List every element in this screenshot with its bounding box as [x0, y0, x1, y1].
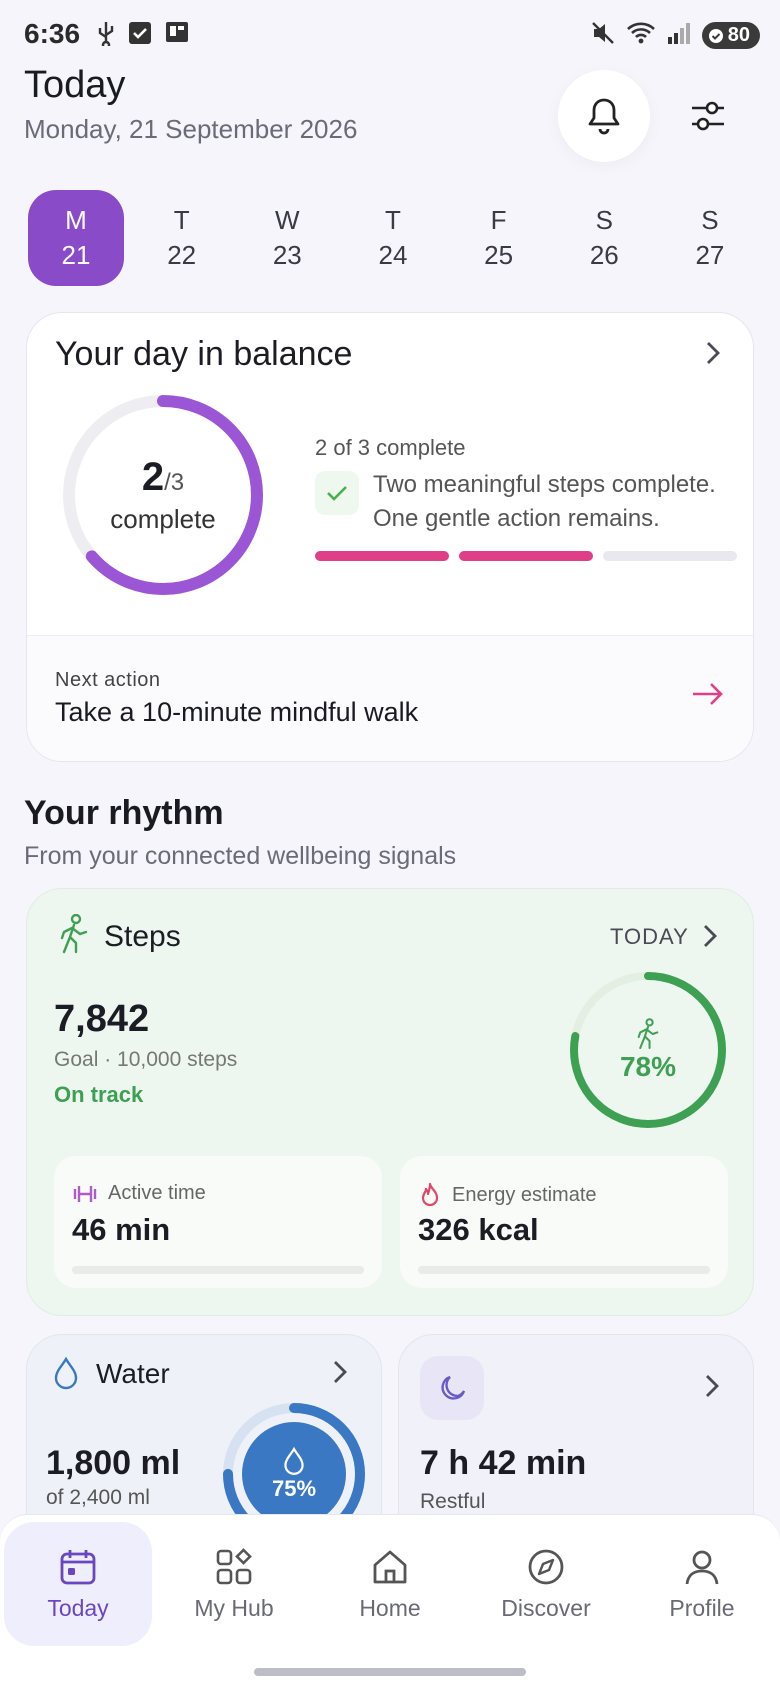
page-title: Today	[24, 64, 126, 106]
moon-icon	[420, 1356, 484, 1420]
chevron-right-icon[interactable]	[700, 922, 720, 955]
balance-ring-text: complete	[110, 504, 216, 534]
home-indicator[interactable]	[254, 1668, 526, 1676]
signal-icon	[666, 20, 692, 51]
status-time: 6:36	[24, 18, 81, 49]
nav-profile[interactable]: Profile	[628, 1522, 776, 1646]
steps-title: Steps	[104, 920, 181, 953]
balance-done: 2	[141, 455, 165, 499]
active-time-bar	[72, 1266, 364, 1274]
energy-tile[interactable]: Energy estimate 326 kcal	[400, 1156, 728, 1288]
week-strip: M 21 T 22 W 23 T 24 F 25 S 26 S 27	[28, 190, 758, 286]
chevron-right-icon[interactable]	[702, 1372, 722, 1405]
active-time-header: Active time	[72, 1182, 206, 1205]
chevron-right-icon[interactable]	[330, 1358, 350, 1391]
water-percent: 75%	[271, 1476, 317, 1501]
grid-icon	[216, 1547, 252, 1584]
steps-goal: Goal · 10,000 steps	[54, 1048, 238, 1071]
active-time-label: Active time	[108, 1182, 206, 1204]
calendar-icon	[60, 1549, 96, 1584]
bottom-nav-items: Today My Hub Home Discover Profile	[0, 1522, 780, 1646]
walking-icon	[56, 913, 92, 959]
nav-my-hub[interactable]: My Hub	[160, 1522, 308, 1646]
bell-icon	[588, 98, 620, 135]
progress-segment	[459, 551, 593, 561]
energy-value: 326 kcal	[418, 1212, 539, 1247]
balance-message-2: One gentle action remains.	[373, 505, 660, 532]
active-time-tile[interactable]: Active time 46 min	[54, 1156, 382, 1288]
wifi-icon	[626, 20, 656, 51]
water-title: Water	[96, 1358, 170, 1389]
battery-level: 80	[727, 24, 750, 46]
sleep-status: Restful	[420, 1490, 486, 1513]
steps-percent: 78%	[619, 1051, 677, 1082]
status-right-icons: 80	[590, 20, 760, 51]
water-goal: of 2,400 ml	[46, 1486, 150, 1509]
mute-icon	[590, 20, 616, 51]
balance-ring-label: 2/3 complete	[57, 389, 269, 601]
energy-header: Energy estimate	[418, 1182, 597, 1208]
balance-total: /3	[164, 469, 185, 496]
next-action-text: Take a 10-minute mindful walk	[55, 697, 419, 727]
nav-home[interactable]: Home	[316, 1522, 464, 1646]
walking-icon	[637, 1018, 659, 1050]
active-time-value: 46 min	[72, 1212, 171, 1247]
sim-icon	[164, 20, 190, 51]
compass-icon	[528, 1549, 564, 1584]
page-date: Monday, 21 September 2026	[24, 114, 358, 144]
balance-title: Your day in balance	[55, 335, 353, 373]
day-mon[interactable]: M 21	[28, 190, 124, 286]
nav-discover[interactable]: Discover	[472, 1522, 620, 1646]
notifications-button[interactable]	[558, 70, 650, 162]
balance-progress-text: 2 of 3 complete	[315, 435, 466, 460]
steps-ring-label: 78%	[566, 968, 730, 1132]
steps-status: On track	[54, 1082, 144, 1107]
chevron-right-icon[interactable]	[703, 339, 723, 372]
water-value: 1,800 ml	[46, 1444, 181, 1482]
arrow-right-icon[interactable]	[691, 681, 725, 712]
check-icon	[315, 471, 359, 515]
sleep-value: 7 h 42 min	[420, 1444, 587, 1482]
water-drop-icon	[284, 1446, 304, 1475]
rhythm-subtitle: From your connected wellbeing signals	[24, 842, 457, 870]
balance-message-1: Two meaningful steps complete.	[373, 471, 716, 498]
battery-icon: 80	[701, 22, 760, 49]
balance-progress-bars	[315, 551, 737, 561]
day-wed[interactable]: W 23	[239, 190, 335, 286]
sliders-icon	[692, 101, 724, 131]
day-thu[interactable]: T 24	[345, 190, 441, 286]
home-icon	[373, 1550, 407, 1583]
check-icon	[128, 21, 152, 50]
flame-icon	[421, 1182, 439, 1207]
person-icon	[685, 1550, 719, 1584]
day-fri[interactable]: F 25	[451, 190, 547, 286]
steps-value: 7,842	[54, 998, 150, 1040]
water-drop-icon	[52, 1356, 80, 1395]
day-tue[interactable]: T 22	[134, 190, 230, 286]
day-sat[interactable]: S 26	[556, 190, 652, 286]
energy-label: Energy estimate	[452, 1183, 597, 1206]
progress-segment	[603, 551, 737, 561]
energy-bar	[418, 1266, 710, 1274]
rhythm-title: Your rhythm	[24, 794, 224, 832]
status-left-icons	[96, 20, 190, 51]
nav-today[interactable]: Today	[4, 1522, 152, 1646]
balance-card[interactable]: Your day in balance 2/3 complete 2 of 3 …	[26, 312, 754, 762]
usb-icon	[96, 20, 116, 51]
next-action-label: Next action	[55, 669, 161, 691]
dumbbell-icon	[73, 1185, 97, 1202]
progress-segment	[315, 551, 449, 561]
steps-period[interactable]: TODAY	[610, 924, 689, 950]
day-sun[interactable]: S 27	[662, 190, 758, 286]
filter-settings-button[interactable]	[680, 88, 736, 144]
